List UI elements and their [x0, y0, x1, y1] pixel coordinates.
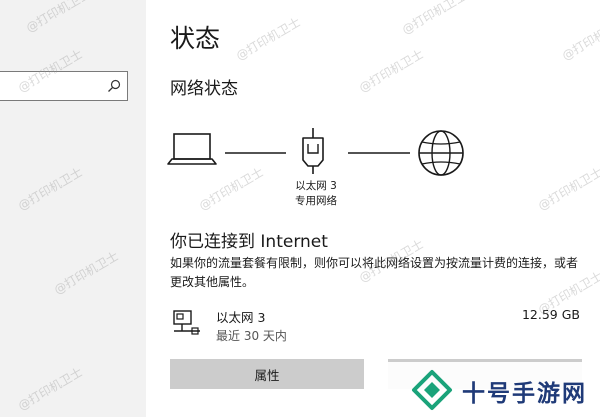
network-status-heading: 网络状态: [170, 79, 238, 99]
ethernet-icon: [173, 310, 200, 335]
globe-icon: [418, 130, 464, 176]
usage-period: 最近 30 天内: [216, 329, 287, 343]
main-panel: 状态 网络状态 以太网 3 专用网络 你已连接到 Internet 如果你的流量…: [146, 0, 600, 417]
search-input[interactable]: [0, 72, 108, 100]
brand-logo-icon: [412, 370, 452, 410]
diagram-adapter-label: 以太网 3 专用网络: [280, 179, 352, 209]
search-icon[interactable]: [107, 79, 121, 93]
brand-text: 十号手游网: [462, 381, 587, 407]
properties-button[interactable]: 属性: [170, 359, 364, 389]
adapter-label-network-type: 专用网络: [295, 195, 337, 207]
adapter-usage-row[interactable]: 以太网 3 最近 30 天内 12.59 GB: [170, 305, 585, 345]
search-box[interactable]: [0, 71, 128, 101]
sidebar: [0, 0, 146, 417]
laptop-icon: [167, 133, 217, 165]
page-title: 状态: [170, 24, 221, 53]
data-usage: 12.59 GB: [521, 307, 580, 322]
adapter-label-name: 以太网 3: [295, 180, 337, 192]
adapter-name: 以太网 3: [216, 310, 266, 325]
ethernet-adapter-icon: [302, 128, 324, 174]
connection-description: 如果你的流量套餐有限制，则你可以将此网络设置为按流量计费的连接，或者更改其他属性…: [170, 256, 579, 289]
connection-status-title: 你已连接到 Internet: [170, 232, 328, 252]
network-diagram: [167, 128, 464, 176]
brand-badge: 十号手游网: [388, 362, 600, 417]
